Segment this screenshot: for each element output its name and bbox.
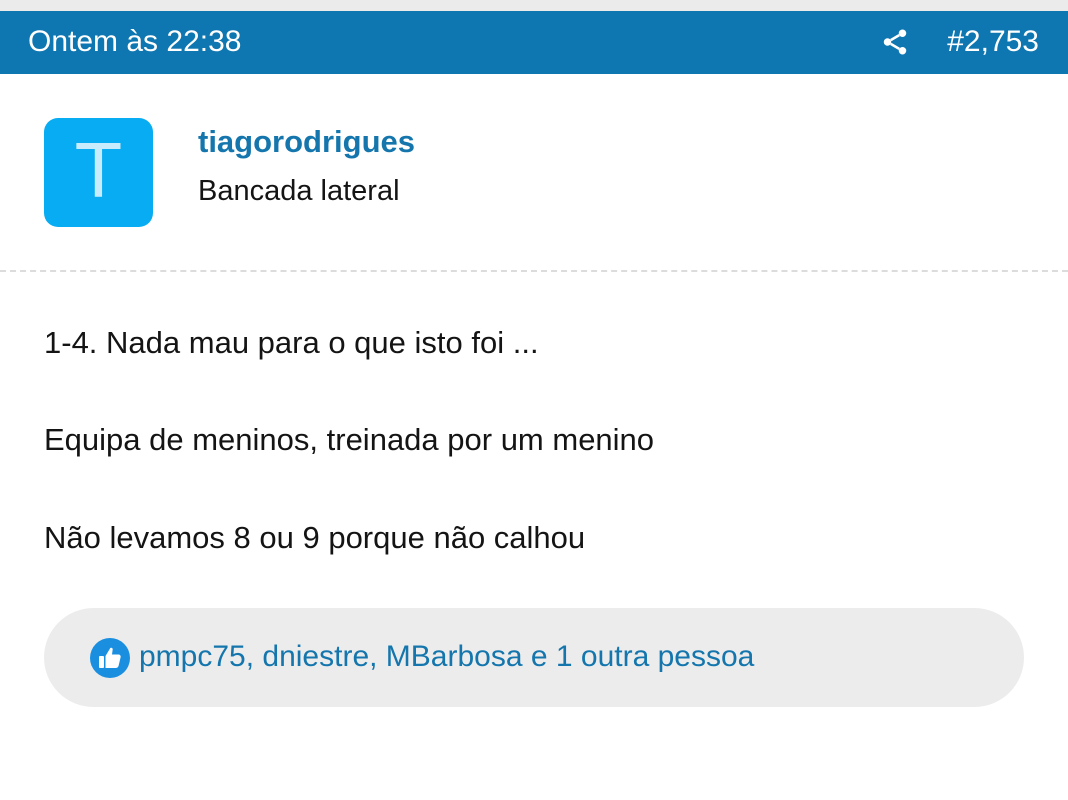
user-title: Bancada lateral [198,175,400,207]
reactions-list-link[interactable]: pmpc75, dniestre, MBarbosa e 1 outra pes… [139,639,754,675]
avatar-letter: T [74,125,123,214]
top-strip [0,0,1068,11]
post-body-line: 1-4. Nada mau para o que isto foi ... [44,325,539,360]
post-date-link[interactable]: Ontem às 22:38 [28,25,241,59]
thumbs-up-icon [90,638,130,678]
username-link[interactable]: tiagorodrigues [198,124,415,160]
post-body-line: Não levamos 8 ou 9 porque não calhou [44,520,586,555]
avatar[interactable]: T [44,118,153,227]
post-body-line: Equipa de meninos, treinada por um menin… [44,422,655,457]
divider [0,270,1068,272]
share-icon[interactable] [880,27,910,57]
post-number-link[interactable]: #2,753 [947,25,1039,59]
post-header: Ontem às 22:38 #2,753 [0,11,1068,74]
reactions-bar[interactable]: pmpc75, dniestre, MBarbosa e 1 outra pes… [44,608,1024,707]
